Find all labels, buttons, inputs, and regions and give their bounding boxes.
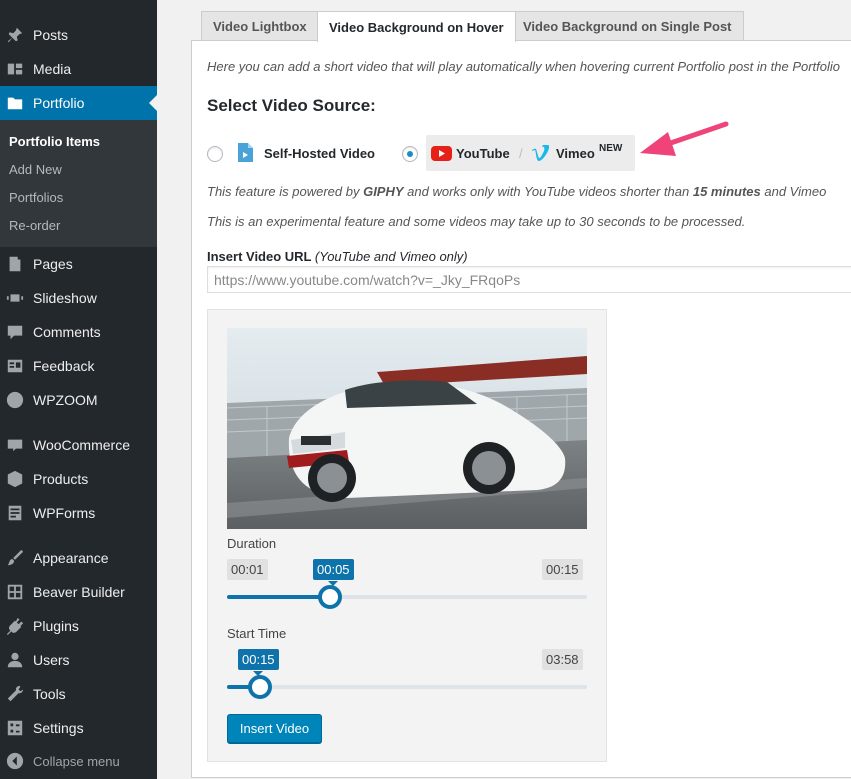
sidebar-item-label: Plugins xyxy=(33,618,79,634)
experimental-note: This is an experimental feature and some… xyxy=(207,214,746,229)
sidebar-item-portfolio[interactable]: Portfolio xyxy=(0,86,157,120)
duration-max: 00:15 xyxy=(542,559,583,580)
woocommerce-icon xyxy=(5,435,25,455)
sidebar-item-wpzoom[interactable]: WPZOOM xyxy=(0,383,157,417)
collapse-label: Collapse menu xyxy=(33,753,120,769)
sidebar-item-tools[interactable]: Tools xyxy=(0,677,157,711)
pin-icon xyxy=(5,25,25,45)
youtube-label: YouTube xyxy=(456,146,510,161)
sidebar-item-beaver-builder[interactable]: Beaver Builder xyxy=(0,575,157,609)
sidebar-item-label: WPForms xyxy=(33,505,96,521)
new-badge: NEW xyxy=(599,143,623,154)
start-time-slider-handle[interactable] xyxy=(248,675,272,699)
start-time-label: Start Time xyxy=(227,626,287,641)
submenu-re-order[interactable]: Re-order xyxy=(9,218,60,233)
sidebar-item-feedback[interactable]: Feedback xyxy=(0,349,157,383)
sidebar-item-label: Tools xyxy=(33,686,66,702)
video-url-input[interactable] xyxy=(207,266,851,293)
submenu-add-new[interactable]: Add New xyxy=(9,162,62,177)
sidebar-item-wpforms[interactable]: WPForms xyxy=(0,496,157,530)
start-time-slider-track xyxy=(227,675,587,699)
sidebar-item-label: Portfolio xyxy=(33,95,85,111)
admin-sidebar: Posts Media Portfolio Portfolio Items Ad… xyxy=(0,0,157,779)
start-time-value: 00:15 xyxy=(238,649,279,676)
self-hosted-radio[interactable] xyxy=(207,146,223,162)
sidebar-item-appearance[interactable]: Appearance xyxy=(0,541,157,575)
grid-icon xyxy=(5,582,25,602)
video-url-label: Insert Video URL (YouTube and Vimeo only… xyxy=(207,249,468,264)
giphy-note: This feature is powered by GIPHY and wor… xyxy=(207,184,827,199)
sidebar-item-label: Appearance xyxy=(33,550,109,566)
sidebar-item-label: Users xyxy=(33,652,70,668)
sidebar-item-woocommerce[interactable]: WooCommerce xyxy=(0,428,157,462)
sidebar-item-label: Beaver Builder xyxy=(33,584,125,600)
products-icon xyxy=(5,469,25,489)
duration-value: 00:05 xyxy=(313,559,354,586)
feedback-icon xyxy=(5,356,25,376)
collapse-menu-button[interactable]: Collapse menu xyxy=(0,748,157,774)
portfolio-submenu: Portfolio Items Add New Portfolios Re-or… xyxy=(0,120,157,247)
sidebar-item-users[interactable]: Users xyxy=(0,643,157,677)
sidebar-item-plugins[interactable]: Plugins xyxy=(0,609,157,643)
plug-icon xyxy=(5,616,25,636)
intro-text: Here you can add a short video that will… xyxy=(207,59,841,74)
sidebar-item-settings[interactable]: Settings xyxy=(0,711,157,745)
submenu-portfolios[interactable]: Portfolios xyxy=(9,190,63,205)
tab-video-background-on-hover[interactable]: Video Background on Hover xyxy=(317,11,516,42)
wrench-icon xyxy=(5,684,25,704)
youtube-vimeo-radio[interactable] xyxy=(402,146,418,162)
wpzoom-icon xyxy=(5,390,25,410)
sidebar-item-label: Products xyxy=(33,471,89,487)
submenu-portfolio-items[interactable]: Portfolio Items xyxy=(9,134,100,149)
section-title: Select Video Source: xyxy=(207,96,376,115)
sidebar-item-products[interactable]: Products xyxy=(0,462,157,496)
sidebar-item-slideshow[interactable]: Slideshow xyxy=(0,281,157,315)
highlight-arrow xyxy=(640,121,729,156)
video-thumbnail xyxy=(227,328,587,529)
brush-icon xyxy=(5,548,25,568)
sidebar-item-label: Feedback xyxy=(33,358,95,374)
pages-icon xyxy=(5,254,25,274)
video-file-icon xyxy=(238,143,253,162)
duration-slider-handle[interactable] xyxy=(318,585,342,609)
sidebar-item-label: WooCommerce xyxy=(33,437,130,453)
slideshow-icon xyxy=(5,288,25,308)
sidebar-item-pages[interactable]: Pages xyxy=(0,247,157,281)
user-icon xyxy=(5,650,25,670)
wpforms-icon xyxy=(5,503,25,523)
insert-video-button[interactable]: Insert Video xyxy=(227,714,322,743)
sidebar-item-media[interactable]: Media xyxy=(0,52,157,86)
start-time-max: 03:58 xyxy=(542,649,583,670)
comments-icon xyxy=(5,322,25,342)
duration-label: Duration xyxy=(227,536,277,551)
sidebar-item-posts[interactable]: Posts xyxy=(0,18,157,52)
duration-slider-track xyxy=(227,585,587,609)
tab-video-background-on-single-post[interactable]: Video Background on Single Post xyxy=(511,11,744,41)
sidebar-item-label: Settings xyxy=(33,720,84,736)
youtube-icon xyxy=(431,146,452,161)
duration-min: 00:01 xyxy=(227,559,268,580)
vimeo-icon xyxy=(532,145,550,161)
sidebar-item-label: Slideshow xyxy=(33,290,97,306)
sidebar-item-label: Media xyxy=(33,61,72,77)
sidebar-item-label: Pages xyxy=(33,256,73,272)
tab-video-lightbox[interactable]: Video Lightbox xyxy=(201,11,319,41)
sidebar-item-label: Comments xyxy=(33,324,101,340)
self-hosted-label[interactable]: Self-Hosted Video xyxy=(264,146,375,161)
collapse-arrow-icon xyxy=(5,751,25,771)
duration-slider-fill xyxy=(227,595,330,599)
settings-icon xyxy=(5,718,25,738)
folder-icon xyxy=(5,93,25,113)
vimeo-label: Vimeo xyxy=(556,146,595,161)
sidebar-item-label: Posts xyxy=(33,27,69,43)
media-icon xyxy=(5,59,25,79)
sidebar-item-label: WPZOOM xyxy=(33,392,98,408)
sidebar-item-comments[interactable]: Comments xyxy=(0,315,157,349)
option-separator: / xyxy=(519,146,523,161)
